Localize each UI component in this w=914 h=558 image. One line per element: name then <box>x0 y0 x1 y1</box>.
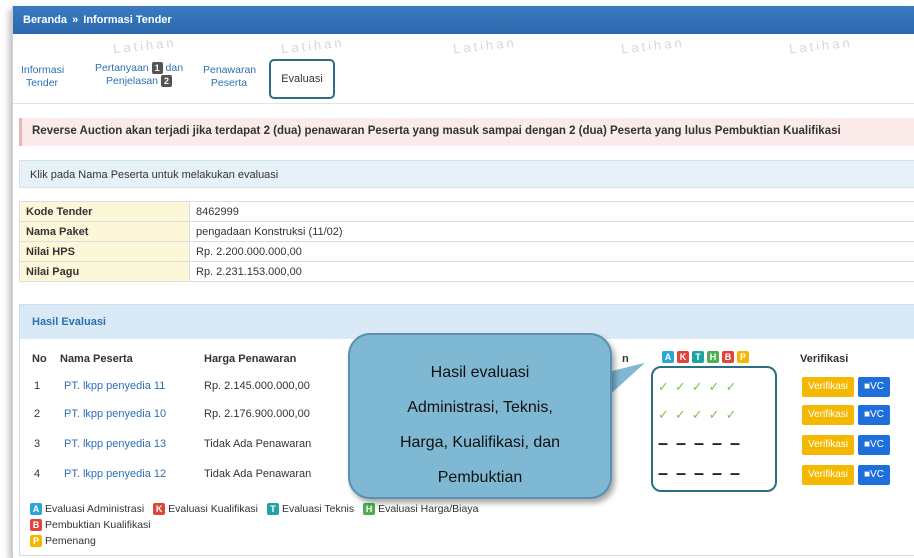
participant-name-link[interactable]: PT. lkpp penyedia 11 <box>64 380 165 392</box>
detail-key: Nilai Pagu <box>19 261 190 282</box>
count-badge: 1 <box>151 62 163 74</box>
badge-pembuktian: B <box>722 351 734 363</box>
participant-name-link[interactable]: PT. lkpp penyedia 13 <box>64 438 166 450</box>
watermark: Latihan <box>620 34 686 57</box>
legend-badge-b: B <box>30 519 42 531</box>
bid-price: Tidak Ada Penawaran <box>204 468 312 480</box>
tab-informasi-tender[interactable]: Informasi Tender <box>21 64 65 90</box>
vc-label: VC <box>870 381 884 392</box>
participant-name-link[interactable]: PT. lkpp penyedia 10 <box>64 408 166 420</box>
tab-evaluasi[interactable]: Evaluasi <box>269 59 335 99</box>
bid-price: Rp. 2.176.900.000,00 <box>204 408 310 420</box>
annotation-callout: Hasil evaluasi Administrasi, Teknis, Har… <box>348 333 612 499</box>
badge-administrasi: A <box>662 351 674 363</box>
vc-button[interactable]: ■VC <box>858 405 890 425</box>
legend-label: Pemenang <box>45 535 96 547</box>
reverse-auction-alert: Reverse Auction akan terjadi jika terdap… <box>19 118 914 146</box>
detail-key: Nama Paket <box>19 221 190 242</box>
tab-label: Peserta <box>210 77 248 89</box>
info-message: Klik pada Nama Peserta untuk melakukan e… <box>19 160 914 188</box>
badge-pemenang: P <box>737 351 749 363</box>
breadcrumb: Beranda » Informasi Tender <box>13 6 914 34</box>
row-number: 2 <box>34 408 41 420</box>
table-row: Kode Tender 8462999 <box>19 201 914 222</box>
verifikasi-button[interactable]: Verifikasi <box>802 405 855 425</box>
vc-label: VC <box>870 439 884 450</box>
callout-line: Harga, Kualifikasi, dan <box>399 434 561 451</box>
tab-pertanyaan-penjelasan[interactable]: Pertanyaan 1 dan Penjelasan 2 <box>85 62 193 88</box>
verifikasi-button[interactable]: Verifikasi <box>802 465 855 485</box>
legend-badge-p: P <box>30 535 42 547</box>
legend: B Pembuktian Kualifikasi <box>30 519 151 531</box>
legend: P Pemenang <box>30 535 96 547</box>
count-badge: 2 <box>160 75 172 87</box>
tab-penawaran-peserta[interactable]: Penawaran Peserta <box>203 64 257 90</box>
column-header-name: Nama Peserta <box>60 353 133 365</box>
detail-value: Rp. 2.200.000.000,00 <box>189 241 914 262</box>
tab-label: Penawaran <box>203 64 257 76</box>
vc-label: VC <box>870 409 884 420</box>
table-row: Nilai HPS Rp. 2.200.000.000,00 <box>19 241 914 262</box>
bid-price: Rp. 2.145.000.000,00 <box>204 380 310 392</box>
column-header-price: Harga Penawaran <box>204 353 297 365</box>
legend-label: Evaluasi Kualifikasi <box>168 503 259 515</box>
stage-badges: AKTHBP <box>662 351 752 363</box>
badge-teknis: T <box>692 351 704 363</box>
legend-label: Evaluasi Administrasi <box>45 503 145 515</box>
tab-label: Penjelasan <box>106 75 159 87</box>
badge-kualifikasi: K <box>677 351 689 363</box>
watermark: Latihan <box>280 34 346 57</box>
highlight-box <box>651 366 777 492</box>
row-number: 3 <box>34 438 41 450</box>
vc-label: VC <box>870 469 884 480</box>
legend-label: Evaluasi Harga/Biaya <box>378 503 479 515</box>
tender-details-table: Kode Tender 8462999 Nama Paket pengadaan K… <box>19 201 914 282</box>
bid-price: Tidak Ada Penawaran <box>204 438 312 450</box>
legend-badge-t: T <box>266 503 279 515</box>
detail-value: pengadaan Konstruksi (11/02) <box>189 221 914 242</box>
tab-label: Tender <box>25 77 59 89</box>
legend-badge-h: H <box>363 503 376 515</box>
legend-badge-a: A <box>30 503 42 515</box>
participant-name-link[interactable]: PT. lkpp penyedia 12 <box>64 468 166 480</box>
breadcrumb-current: Informasi Tender <box>83 14 172 26</box>
vc-button[interactable]: ■VC <box>858 465 890 485</box>
tab-label: Informasi <box>21 64 65 76</box>
legend-label: Pembuktian Kualifikasi <box>45 519 151 531</box>
row-number: 4 <box>34 468 41 480</box>
callout-line: Administrasi, Teknis, <box>407 399 553 416</box>
legend-label: Evaluasi Teknis <box>281 503 355 515</box>
watermark: Latihan <box>788 34 854 57</box>
callout-line: Hasil evaluasi <box>430 364 530 381</box>
legend-badge-k: K <box>153 503 166 515</box>
detail-value: Rp. 2.231.153.000,00 <box>189 261 914 282</box>
column-header-no: No <box>32 353 47 365</box>
table-row: Nilai Pagu Rp. 2.231.153.000,00 <box>19 261 914 282</box>
tab-label: dan <box>165 62 184 74</box>
verifikasi-button[interactable]: Verifikasi <box>802 435 855 455</box>
detail-value: 8462999 <box>189 201 914 222</box>
vc-button[interactable]: ■VC <box>858 377 890 397</box>
breadcrumb-separator: » <box>72 14 79 26</box>
badge-harga: H <box>707 351 719 363</box>
callout-line: Pembuktian <box>437 469 523 486</box>
column-header-verifikasi: Verifikasi <box>800 353 849 365</box>
tab-label: Pertanyaan <box>94 62 149 74</box>
legend: A Evaluasi Administrasi K Evaluasi Kualifi… <box>30 503 478 515</box>
detail-key: Kode Tender <box>19 201 190 222</box>
tab-bar: Latihan Latihan Latihan Latihan Latihan … <box>13 34 914 104</box>
verifikasi-button[interactable]: Verifikasi <box>802 377 855 397</box>
watermark: Latihan <box>112 34 178 57</box>
watermark: Latihan <box>452 34 518 57</box>
table-row: Nama Paket pengadaan Konstruksi (11/02) <box>19 221 914 242</box>
row-number: 1 <box>34 380 41 392</box>
vc-button[interactable]: ■VC <box>858 435 890 455</box>
detail-key: Nilai HPS <box>19 241 190 262</box>
breadcrumb-home[interactable]: Beranda <box>23 14 67 26</box>
